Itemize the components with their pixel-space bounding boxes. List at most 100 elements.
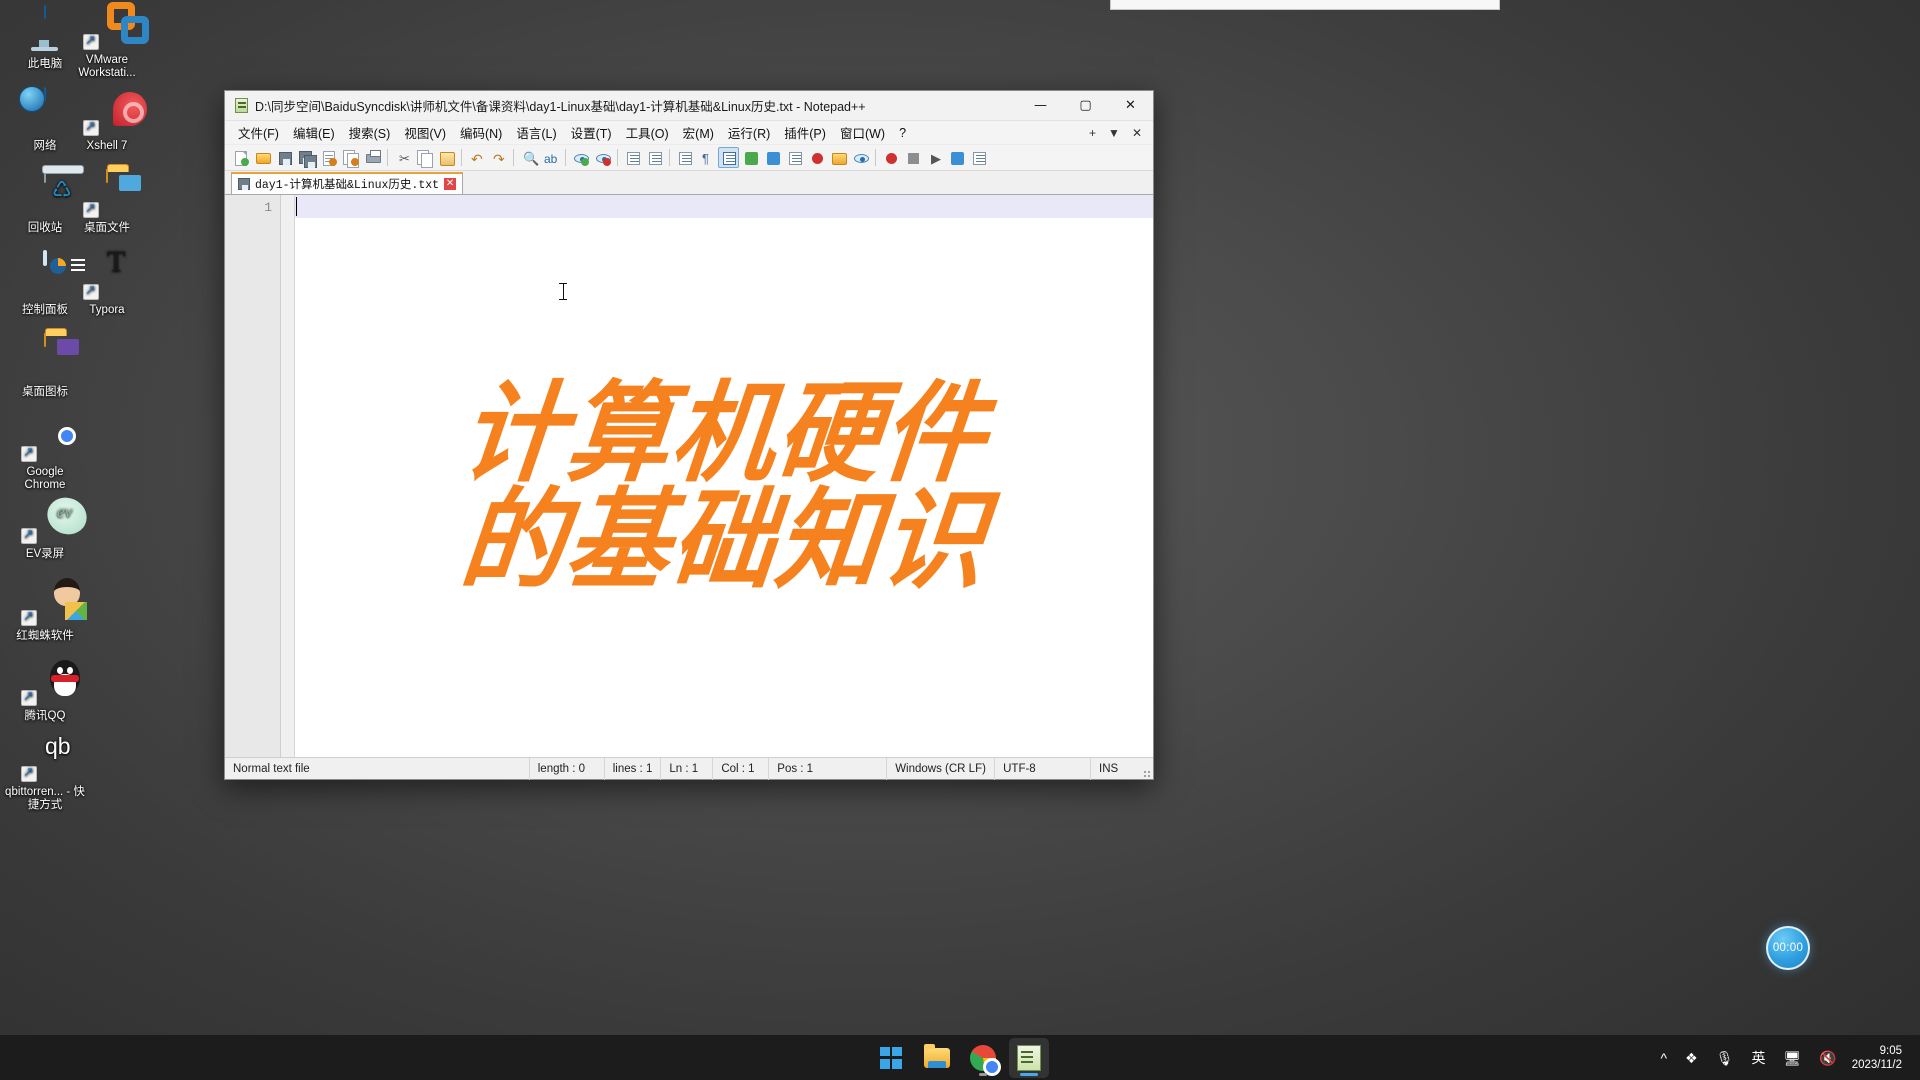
paste-icon[interactable] — [436, 147, 457, 168]
eye-icon[interactable] — [850, 147, 871, 168]
show-all-characters-icon[interactable] — [718, 147, 739, 168]
folder-as-workspace-icon[interactable] — [828, 147, 849, 168]
word-wrap-icon[interactable] — [674, 147, 695, 168]
new-tab-plus-button[interactable]: + — [1084, 126, 1101, 140]
tab-close-icon[interactable]: ✕ — [444, 178, 457, 190]
menu-item-tools[interactable]: 工具(O) — [619, 121, 676, 144]
network-icon — [21, 87, 69, 136]
menu-item-window[interactable]: 窗口(W) — [833, 121, 892, 144]
save-macro-icon[interactable] — [968, 147, 989, 168]
ime-language-icon[interactable]: 英 — [1742, 1038, 1774, 1078]
window-resize-grip[interactable] — [1139, 758, 1153, 780]
active-indicator — [1020, 1072, 1038, 1076]
system-tray: ^ ❖ 🎙 英 🖥 🔇 9:05 2023/11/2 — [1652, 1038, 1912, 1078]
stop-macro-icon[interactable] — [902, 147, 923, 168]
text-canvas[interactable]: 计算机硬件 的基础知识 — [295, 195, 1153, 757]
run-multiple-icon[interactable] — [946, 147, 967, 168]
desktop-icon-vmware[interactable]: VMware Workstati... — [68, 2, 149, 80]
toolbar-separator — [565, 149, 566, 166]
menu-item-file[interactable]: 文件(F) — [231, 121, 286, 144]
close-button[interactable]: ✕ — [1108, 91, 1153, 120]
menu-item-search[interactable]: 搜索(S) — [342, 121, 398, 144]
taskbar-chrome-button[interactable] — [963, 1038, 1003, 1078]
taskbar-file-explorer-button[interactable] — [917, 1038, 957, 1078]
sync-vertical-icon[interactable] — [622, 147, 643, 168]
close-file-icon[interactable] — [318, 147, 339, 168]
taskbar-clock[interactable]: 9:05 2023/11/2 — [1846, 1044, 1912, 1072]
zoom-in-icon[interactable] — [570, 147, 591, 168]
menu-item-plugins[interactable]: 插件(P) — [777, 121, 833, 144]
show-hidden-icons-chevron-icon[interactable]: ^ — [1652, 1038, 1677, 1078]
redo-icon[interactable]: ↷ — [488, 147, 509, 168]
save-icon[interactable] — [274, 147, 295, 168]
red-spider-icon — [21, 578, 69, 626]
menu-item-help[interactable]: ? — [892, 124, 913, 142]
window-titlebar[interactable]: D:\同步空间\BaiduSyncdisk\讲师机文件\备课资料\day1-Li… — [225, 91, 1153, 121]
toolbar-separator — [875, 149, 876, 166]
menu-item-edit[interactable]: 编辑(E) — [286, 121, 342, 144]
desktop-icon-label: 桌面图标 — [22, 386, 68, 398]
taskbar-app-group — [0, 1037, 1920, 1078]
menu-item-encoding[interactable]: 编码(N) — [453, 121, 509, 144]
zoom-out-icon[interactable] — [592, 147, 613, 168]
desktop-icon-label: 腾讯QQ — [24, 710, 66, 722]
menu-item-view[interactable]: 视图(V) — [397, 121, 453, 144]
menu-item-settings[interactable]: 设置(T) — [564, 121, 619, 144]
close-all-files-icon[interactable] — [340, 147, 361, 168]
sync-horizontal-icon[interactable] — [644, 147, 665, 168]
menu-item-language[interactable]: 语言(L) — [509, 121, 563, 144]
network-icon[interactable]: 🖥 — [1774, 1038, 1810, 1078]
save-all-icon[interactable] — [296, 147, 317, 168]
tab-saved-icon — [238, 178, 250, 190]
desktop-icon-ev-recorder[interactable]: EV录屏 — [6, 496, 84, 561]
desktop-icon-desktop-files[interactable]: 桌面文件 — [68, 169, 146, 235]
uppercase-icon[interactable] — [740, 147, 761, 168]
desktop-icon-qbittorrent[interactable]: qbittorren... - 快捷方式 — [2, 734, 88, 812]
screen-recorder-timer-widget[interactable]: 00:00 — [1766, 926, 1810, 970]
indent-guide-icon[interactable]: ¶ — [696, 147, 717, 168]
taskbar-notepadpp-button[interactable] — [1009, 1037, 1049, 1078]
hero-text-line-1: 计算机硬件 — [454, 370, 994, 499]
tab-day1-document[interactable]: day1-计算机基础&Linux历史.txt ✕ — [231, 172, 464, 194]
replace-icon[interactable]: ab — [540, 147, 561, 168]
new-file-icon[interactable] — [230, 147, 251, 168]
desktop-icon-google-chrome[interactable]: Google Chrome — [6, 414, 84, 492]
close-tab-button[interactable]: ✕ — [1127, 126, 1147, 140]
menu-bar: 文件(F) 编辑(E) 搜索(S) 视图(V) 编码(N) 语言(L) 设置(T… — [225, 121, 1153, 145]
tab-label: day1-计算机基础&Linux历史.txt — [255, 179, 440, 192]
toolbar-separator — [461, 149, 462, 166]
clock-time: 9:05 — [1879, 1044, 1902, 1057]
user-defined-language-icon[interactable] — [762, 147, 783, 168]
bookmark-margin[interactable] — [281, 195, 295, 757]
widgets-icon[interactable]: ❖ — [1676, 1038, 1707, 1078]
editor-area[interactable]: 1 计算机硬件 的基础知识 — [225, 195, 1153, 757]
maximize-button[interactable]: ▢ — [1063, 91, 1108, 120]
copy-icon[interactable] — [414, 147, 435, 168]
xshell-icon — [83, 88, 131, 136]
play-macro-icon[interactable]: ▶ — [924, 147, 945, 168]
minimize-button[interactable]: — — [1018, 91, 1063, 120]
line-number: 1 — [264, 200, 272, 215]
menu-item-macro[interactable]: 宏(M) — [676, 121, 721, 144]
desktop-icon-desktop-icons-folder[interactable]: 桌面图标 — [6, 333, 84, 399]
desktop-icon-red-spider[interactable]: 红蜘蛛软件 — [6, 578, 84, 643]
undo-icon[interactable]: ↶ — [466, 147, 487, 168]
function-list-icon[interactable] — [784, 147, 805, 168]
volume-muted-icon[interactable]: 🔇 — [1810, 1038, 1845, 1078]
find-icon[interactable]: 🔍 — [518, 147, 539, 168]
current-line-highlight — [295, 195, 1153, 218]
record-macro-icon[interactable] — [880, 147, 901, 168]
cut-icon[interactable]: ✂ — [392, 147, 413, 168]
tab-list-chevron-down-icon[interactable]: ▼ — [1103, 126, 1125, 140]
desktop-icon-xshell[interactable]: Xshell 7 — [68, 88, 146, 153]
desktop-icon-typora[interactable]: Typora — [68, 252, 146, 317]
desktop-icon-label: 红蜘蛛软件 — [16, 630, 74, 642]
taskbar-start-button[interactable] — [871, 1038, 911, 1078]
open-folder-icon[interactable] — [252, 147, 273, 168]
desktop-icon-tencent-qq[interactable]: 腾讯QQ — [6, 658, 84, 723]
document-map-icon[interactable] — [806, 147, 827, 168]
microphone-icon[interactable]: 🎙 — [1707, 1038, 1743, 1078]
folder-icon — [83, 169, 141, 218]
print-icon[interactable] — [362, 147, 383, 168]
menu-item-run[interactable]: 运行(R) — [721, 121, 777, 144]
